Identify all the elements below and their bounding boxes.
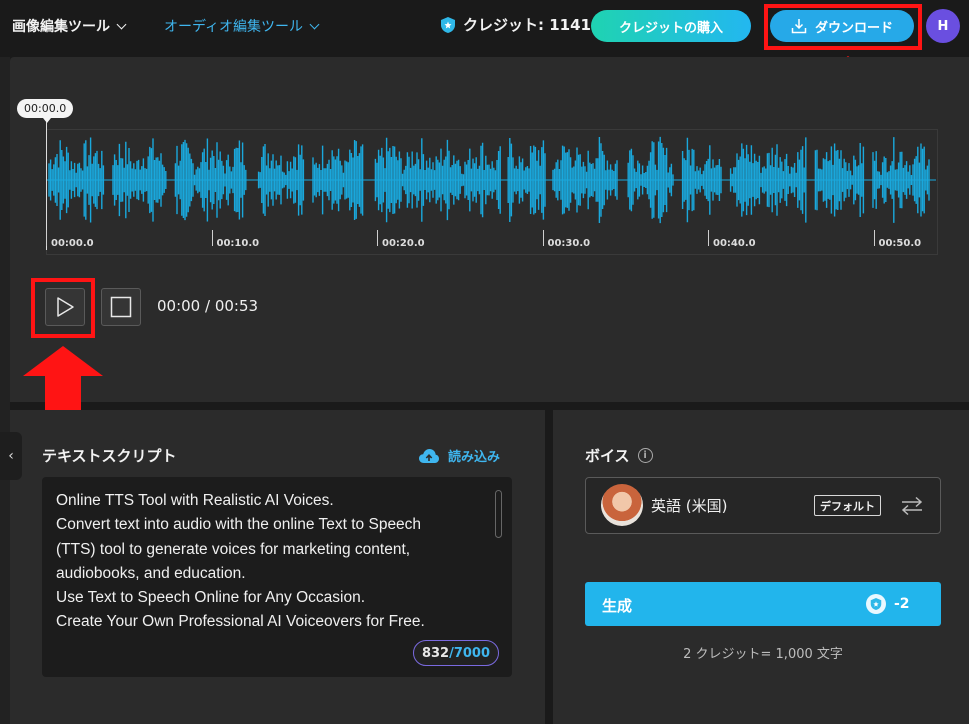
character-limit: /7000: [449, 645, 491, 661]
script-scrollbar[interactable]: [495, 490, 502, 538]
image-tools-menu[interactable]: 画像編集ツール: [12, 16, 127, 36]
chevron-down-icon: [116, 19, 127, 29]
time-ruler: 00:00.0 00:10.0 00:20.0 00:30.0 00:40.0 00:50…: [46, 230, 938, 254]
script-text[interactable]: Online TTS Tool with Realistic AI Voices…: [56, 489, 476, 635]
buy-credits-button[interactable]: クレジットの購入: [591, 10, 751, 42]
audio-tools-menu[interactable]: オーディオ編集ツール: [164, 16, 320, 36]
ruler-tick-label: 00:00.0: [51, 238, 94, 249]
top-bar: 画像編集ツール オーディオ編集ツール クレジット: 1141 クレジットの購入 …: [0, 0, 969, 52]
credit-balance-label: クレジット: 1141: [463, 16, 591, 34]
script-line: Create Your Own Professional AI Voiceove…: [56, 613, 425, 631]
credit-rate-note: 2 クレジット= 1,000 文字: [683, 647, 843, 662]
swap-icon[interactable]: [900, 496, 924, 516]
info-icon[interactable]: i: [637, 448, 653, 463]
credit-shield-icon: [866, 594, 886, 614]
user-avatar[interactable]: H: [926, 9, 960, 43]
audio-tools-label: オーディオ編集ツール: [164, 19, 304, 35]
cloud-upload-icon: [419, 448, 439, 463]
chevron-down-icon: [309, 19, 320, 29]
generate-label: 生成: [602, 597, 633, 615]
voice-title: ボイス i: [585, 445, 653, 466]
collapse-left-icon[interactable]: ‹: [0, 432, 22, 480]
play-pointer-arrow: [23, 346, 103, 412]
character-count: 832: [421, 645, 450, 661]
script-line: Convert text into audio with the online …: [56, 516, 422, 534]
ruler-tick-label: 00:20.0: [382, 238, 425, 249]
load-script-label: 読み込み: [448, 450, 501, 465]
playback-time: 00:00 / 00:53: [157, 297, 259, 315]
ruler-tick-label: 00:40.0: [713, 238, 756, 249]
default-badge: デフォルト: [814, 495, 881, 516]
script-line: audiobooks, and education.: [56, 564, 246, 582]
playhead-time-label: 00:00.0: [17, 99, 74, 123]
ruler-tick-label: 00:10.0: [216, 238, 260, 249]
script-line: Use Text to Speech Online for Any Occasi…: [56, 589, 366, 607]
voice-title-label: ボイス: [585, 447, 630, 465]
stop-button[interactable]: [101, 288, 141, 326]
stop-icon: [110, 296, 132, 318]
credit-balance: クレジット: 1141: [440, 14, 591, 35]
audio-waveform[interactable]: [46, 133, 936, 227]
voice-language: 英語 (米国): [651, 497, 728, 515]
voice-avatar: [601, 484, 643, 526]
generate-cost: -2: [866, 594, 910, 614]
script-line: Online TTS Tool with Realistic AI Voices…: [56, 492, 334, 509]
play-highlight-box: [31, 278, 95, 338]
generate-cost-value: -2: [894, 596, 910, 612]
ruler-tick-label: 00:30.0: [547, 238, 591, 249]
script-line: (TTS) tool to generate voices for market…: [56, 540, 411, 558]
character-count-badge: 832/7000: [413, 640, 499, 666]
left-edge-strip: [0, 57, 10, 724]
ruler-tick-label: 00:50.0: [878, 238, 922, 249]
credit-shield-icon: [441, 16, 455, 33]
script-title: テキストスクリプト: [42, 447, 177, 465]
load-script-button[interactable]: 読み込み: [418, 446, 500, 465]
download-highlight-box: [764, 4, 922, 50]
image-tools-label: 画像編集ツール: [12, 19, 110, 35]
